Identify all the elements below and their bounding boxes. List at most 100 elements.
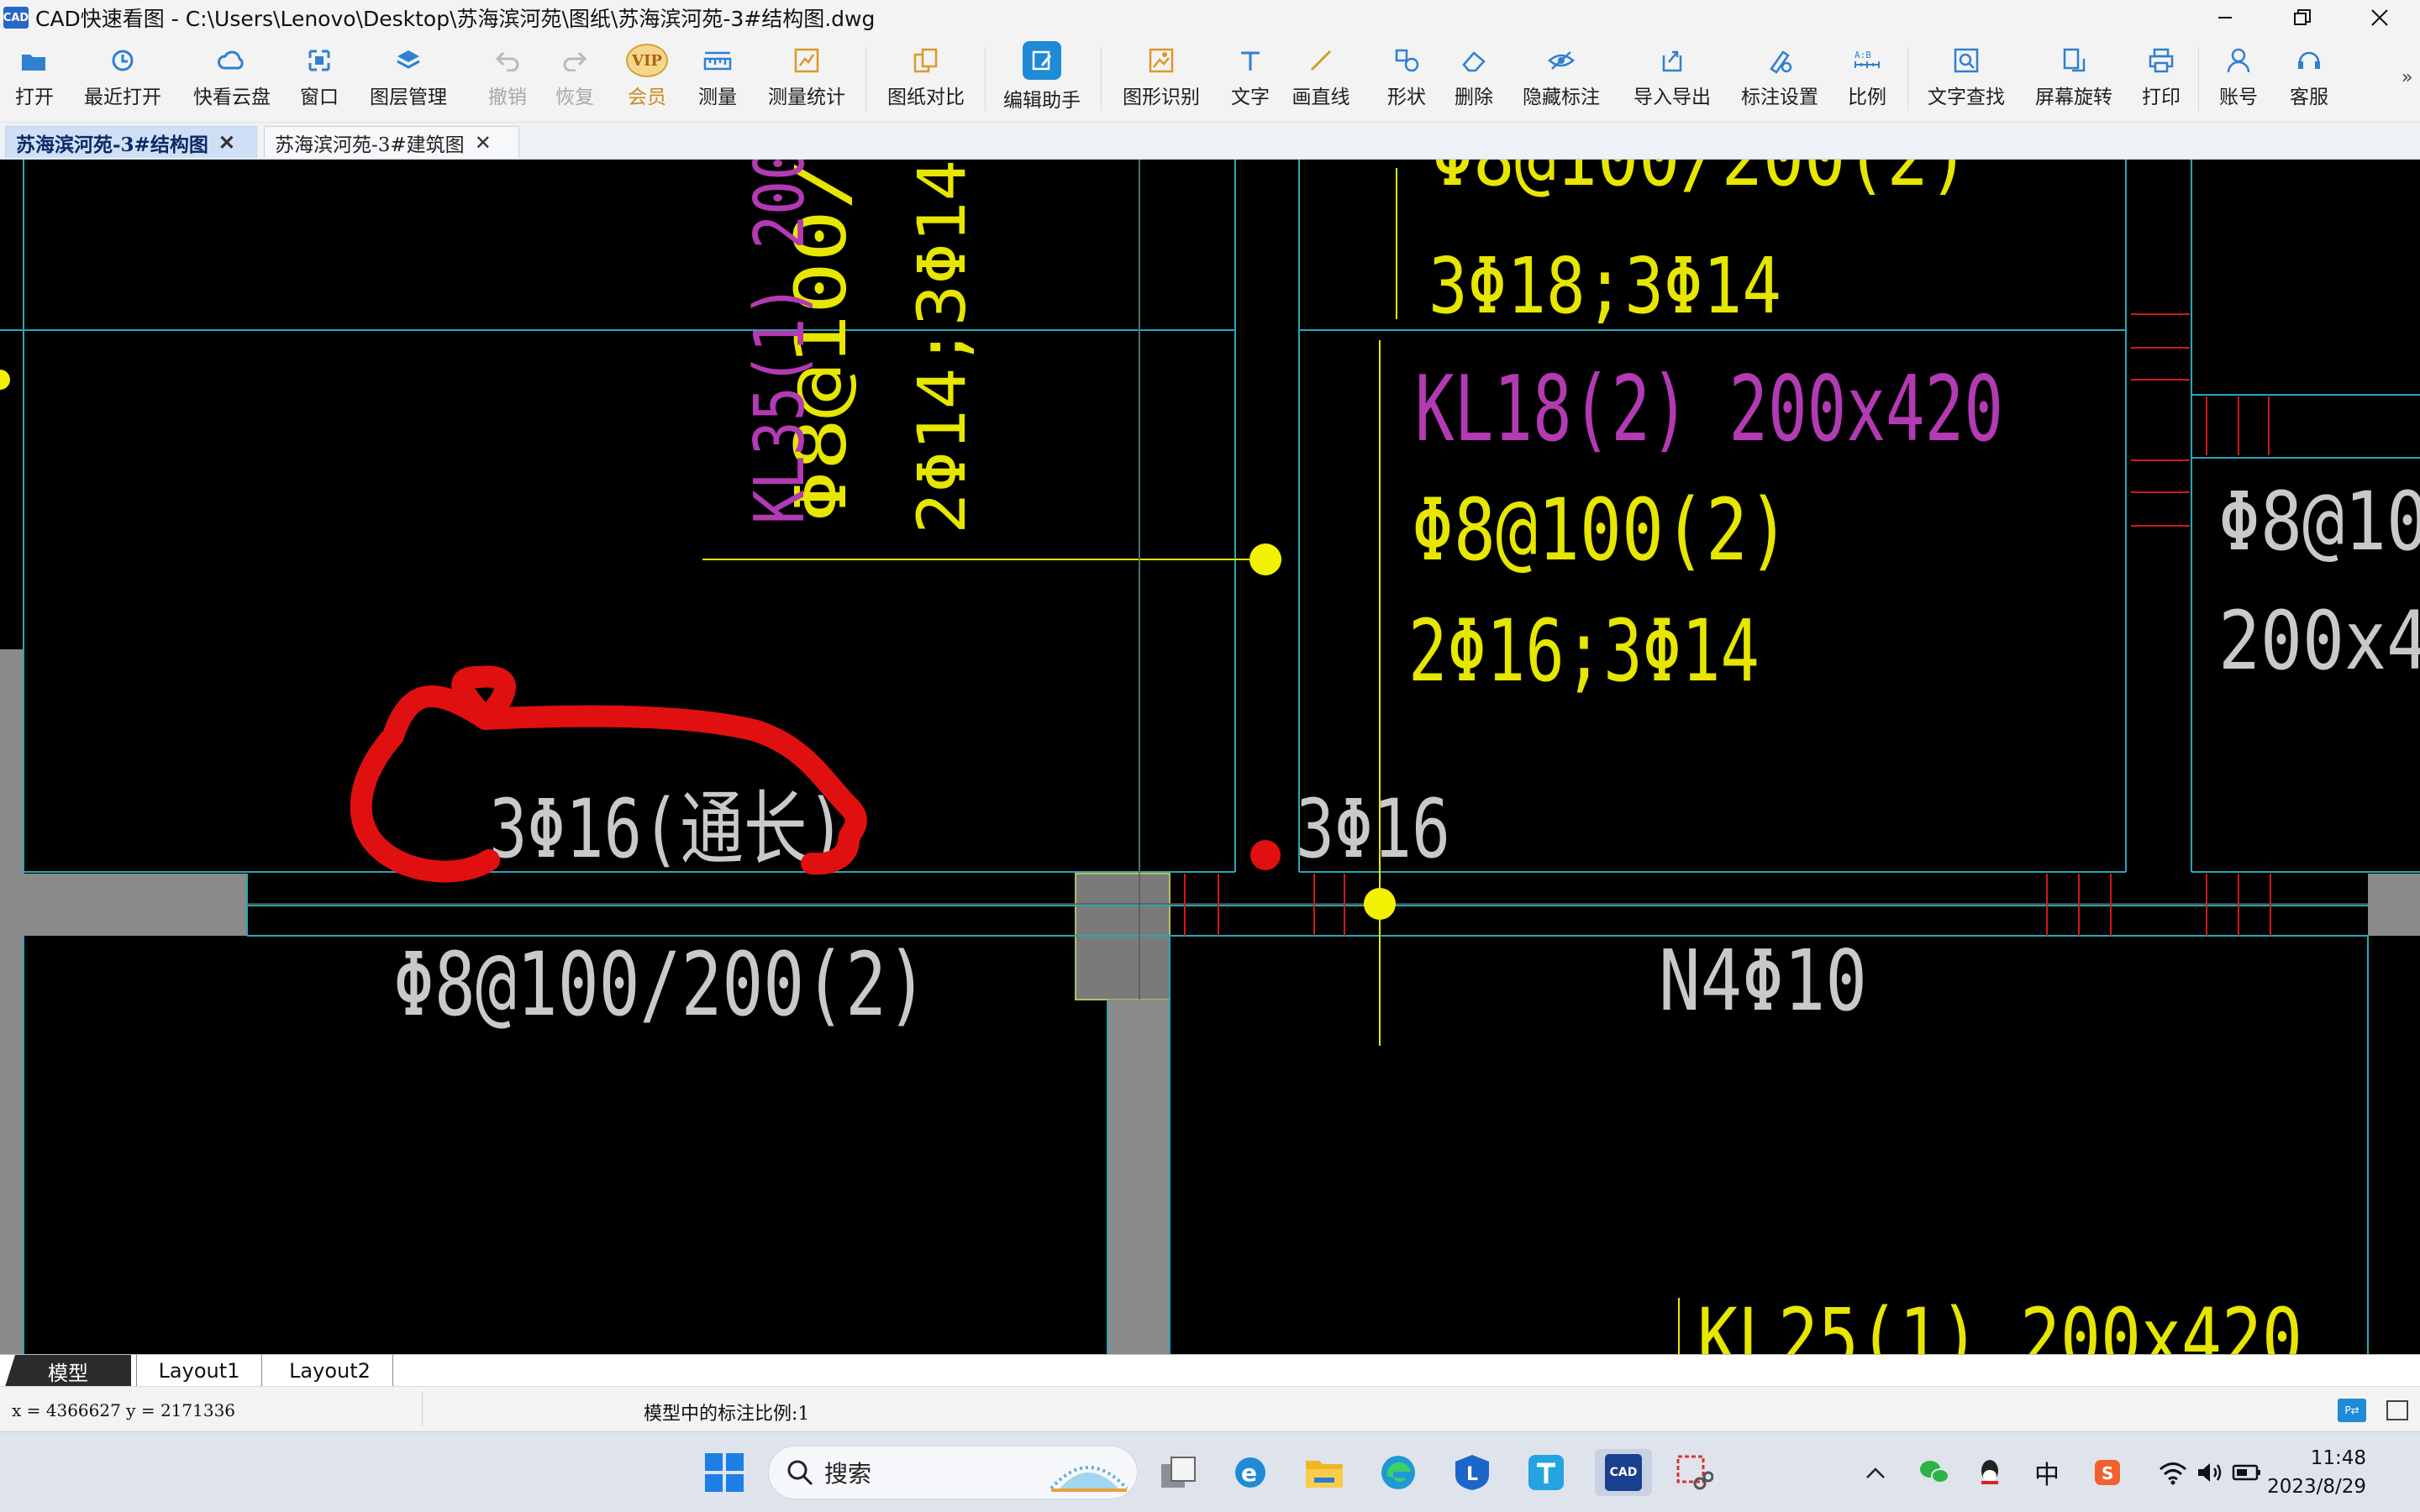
wall-segment: [24, 874, 247, 936]
tab-layout2[interactable]: Layout2: [267, 1355, 393, 1387]
close-button[interactable]: [2341, 0, 2418, 35]
tray-ime[interactable]: 中: [2028, 1449, 2065, 1496]
windows-taskbar: 搜索 e L CAD 中 S 11:48 2023/8/29: [0, 1431, 2420, 1512]
restore-button[interactable]: [2264, 0, 2341, 35]
tray-battery[interactable]: [2228, 1449, 2265, 1496]
toolbar-measure-button[interactable]: 测量: [696, 42, 739, 119]
toolbar-shape-recognize-button[interactable]: 图形识别: [1119, 42, 1203, 119]
red-grip-point[interactable]: [1250, 840, 1281, 870]
taskbar-app-edge[interactable]: [1375, 1449, 1422, 1496]
toolbar-separator: [1907, 47, 1908, 111]
tray-overflow-button[interactable]: [1859, 1449, 1892, 1496]
taskbar-clock[interactable]: 11:48 2023/8/29: [2267, 1444, 2366, 1501]
toolbar-compare-button[interactable]: 图纸对比: [884, 42, 968, 119]
toolbar-separator: [1101, 47, 1102, 111]
taskbar-app-lenovo[interactable]: L: [1449, 1449, 1496, 1496]
toolbar-label: 测量: [698, 87, 737, 108]
toolbar-import-export-button[interactable]: 导入导出: [1630, 42, 1714, 119]
toolbar-redo-button[interactable]: 恢复: [553, 42, 597, 119]
toolbar-print-button[interactable]: 打印: [2139, 42, 2183, 119]
window-title: CAD快速看图 - C:\Users\Lenovo\Desktop\苏海滨河苑\…: [35, 7, 876, 31]
hide-eye-icon: [1548, 51, 1575, 70]
tab-model[interactable]: 模型: [5, 1355, 131, 1387]
tray-qq[interactable]: [1971, 1449, 2008, 1496]
taskbar-app-text[interactable]: [1523, 1449, 1570, 1496]
annotation-scale-text: 模型中的标注比例:1: [644, 1404, 810, 1425]
toolbar-label: 快看云盘: [193, 87, 271, 108]
taskbar-app-cad[interactable]: CAD: [1595, 1449, 1652, 1496]
tab-label: 苏海滨河苑-3#建筑图: [275, 134, 465, 156]
rebar-spec-text: 200x4: [2218, 594, 2420, 688]
toolbar-shape-button[interactable]: 形状: [1381, 42, 1432, 119]
toolbar-annotation-settings-button[interactable]: 标注设置: [1738, 42, 1822, 119]
tab-layout1[interactable]: Layout1: [136, 1355, 262, 1387]
minimize-icon: [2218, 17, 2232, 18]
toolbar-separator: [2198, 47, 2199, 111]
toolbar-vip-button[interactable]: VIP 会员: [623, 42, 671, 119]
start-button[interactable]: [701, 1449, 748, 1496]
toolbar-undo-button[interactable]: 撤销: [486, 42, 529, 119]
svg-text:e: e: [1241, 1459, 1257, 1487]
minimize-button[interactable]: [2186, 0, 2264, 35]
toolbar-line-button[interactable]: 画直线: [1287, 42, 1355, 119]
toolbar-open-button[interactable]: 打开: [8, 42, 60, 119]
toolbar-account-button[interactable]: 账号: [2217, 42, 2260, 119]
tab-label: 模型: [48, 1361, 88, 1385]
search-placeholder: 搜索: [824, 1460, 872, 1488]
taskbar-app-file-manager[interactable]: [1155, 1449, 1202, 1496]
toolbar-layers-button[interactable]: 图层管理: [366, 42, 450, 119]
toolbar-label: 文字: [1231, 87, 1270, 108]
status-divider: [422, 1392, 423, 1425]
redo-icon: [563, 51, 587, 71]
taskbar-search-box[interactable]: 搜索: [768, 1446, 1138, 1499]
tray-volume[interactable]: [2191, 1449, 2228, 1496]
tray-wechat[interactable]: [1916, 1449, 1953, 1496]
rebar-spec-text: 3Φ16: [1296, 782, 1450, 876]
toolbar-delete-button[interactable]: 删除: [1452, 42, 1496, 119]
wall-left: [0, 649, 24, 1354]
tray-sogou[interactable]: S: [2089, 1449, 2126, 1496]
folder-icon: [1306, 1461, 1343, 1488]
cursor-coordinates: x = 4366627 y = 2171336: [12, 1400, 236, 1420]
toolbar-hide-annotations-button[interactable]: 隐藏标注: [1519, 42, 1603, 119]
close-tab-icon[interactable]: ✕: [218, 130, 235, 155]
toolbar-recent-button[interactable]: 最近打开: [81, 42, 165, 119]
close-tab-icon[interactable]: ✕: [475, 131, 492, 155]
toolbar-support-button[interactable]: 客服: [2287, 42, 2331, 119]
cad-app-icon: CAD: [1605, 1454, 1642, 1491]
toolbar-scale-button[interactable]: A:B 比例: [1845, 42, 1889, 119]
battery-icon: [2232, 1464, 2260, 1481]
tab-structure-drawing[interactable]: 苏海滨河苑-3#结构图 ✕: [5, 126, 257, 158]
toolbar-cloud-button[interactable]: 快看云盘: [190, 42, 274, 119]
toolbar-rotate-screen-button[interactable]: 屏幕旋转: [2032, 42, 2116, 119]
toolbar-more-button[interactable]: »: [2402, 67, 2412, 88]
tab-architecture-drawing[interactable]: 苏海滨河苑-3#建筑图 ✕: [264, 126, 519, 158]
yellow-annotations: Φ8@100/200(2) 3Φ18;3Φ14 Φ8@100/200 2Φ14;…: [780, 160, 2302, 1354]
cad-drawing[interactable]: Φ8@100/200(2) 3Φ18;3Φ14 Φ8@100/200 2Φ14;…: [0, 160, 2420, 1354]
taskbar-app-ie[interactable]: e: [1227, 1449, 1274, 1496]
qq-icon: [1981, 1460, 1998, 1484]
yellow-grip-point[interactable]: [0, 370, 10, 390]
toolbar-text-button[interactable]: 文字: [1228, 42, 1272, 119]
toolbar-label: 删除: [1455, 87, 1493, 108]
taskbar-app-snip[interactable]: [1670, 1449, 1718, 1496]
eraser-icon: [1462, 51, 1486, 72]
toolbar-edit-assistant-button[interactable]: 编辑助手: [1000, 41, 1084, 119]
toolbar-text-search-button[interactable]: 文字查找: [1924, 42, 2008, 119]
toolbar-label: 客服: [2290, 87, 2328, 108]
restore-icon: [2294, 9, 2311, 25]
paper-model-toggle-icon[interactable]: P⇄: [2338, 1399, 2366, 1422]
taskbar-app-explorer[interactable]: [1301, 1449, 1348, 1496]
ie-browser-icon: e: [1235, 1457, 1265, 1488]
main-toolbar: 打开 最近打开 快看云盘 窗口 图层管理 撤销 恢复 VIP 会员 测量 测量统…: [0, 35, 2420, 123]
toolbar-window-button[interactable]: 窗口: [297, 42, 341, 119]
beam-label-text: KL35(1) 200: [740, 160, 820, 524]
snip-tool-icon: [1676, 1455, 1713, 1490]
toolbar-measure-stats-button[interactable]: 测量统计: [765, 42, 849, 119]
toolbar-label: 画直线: [1292, 87, 1350, 108]
tray-wifi[interactable]: [2154, 1449, 2191, 1496]
yellow-grip-point[interactable]: [1249, 543, 1281, 575]
panel-toggle-icon[interactable]: [2386, 1400, 2408, 1420]
drawing-canvas[interactable]: Φ8@100/200(2) 3Φ18;3Φ14 Φ8@100/200 2Φ14;…: [0, 160, 2420, 1354]
yellow-grip-point[interactable]: [1364, 888, 1396, 920]
